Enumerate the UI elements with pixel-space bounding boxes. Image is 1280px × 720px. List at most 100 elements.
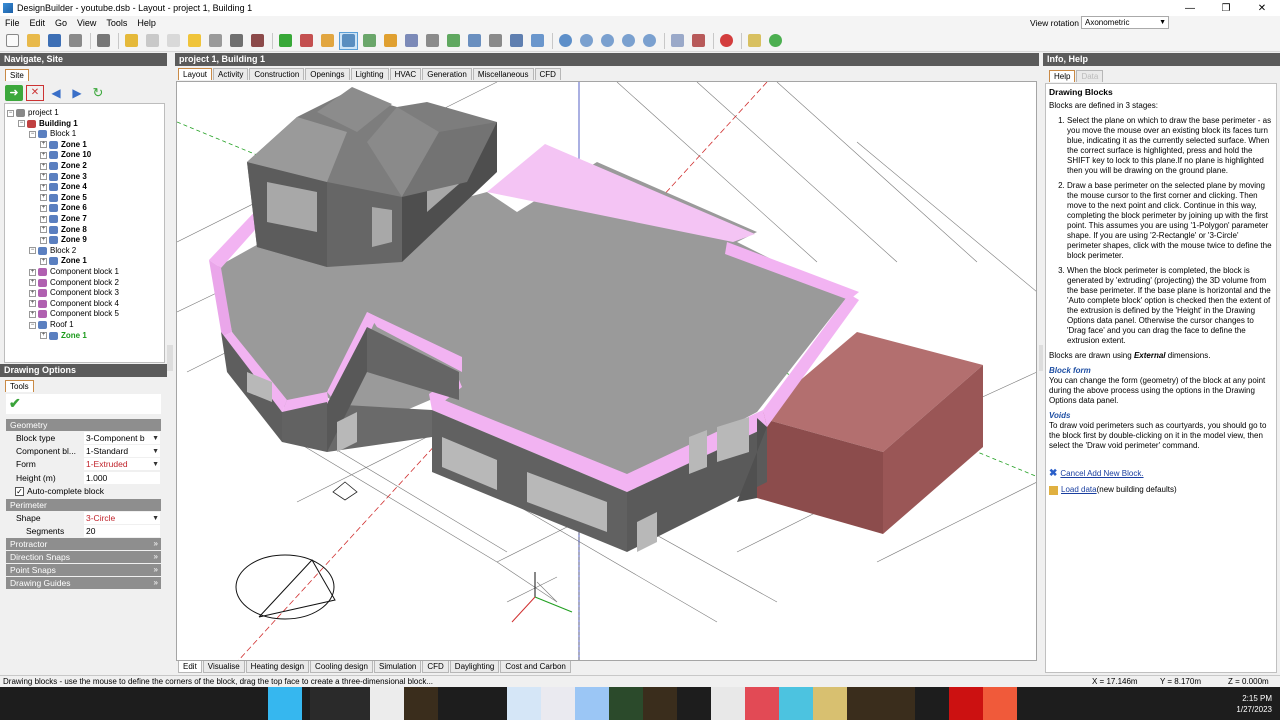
add-component-button[interactable] [360, 32, 379, 50]
block-type-row[interactable]: Block type 3-Component b ▼ [6, 432, 161, 445]
maximize-button[interactable]: ❐ [1208, 0, 1244, 16]
drawing-guides-section[interactable]: Drawing Guides » [6, 577, 161, 589]
save-button[interactable] [45, 32, 64, 50]
delete-icon[interactable]: ✕ [26, 85, 44, 101]
move-button[interactable] [444, 32, 463, 50]
tab-construction[interactable]: Construction [249, 68, 305, 80]
checkmark-icon[interactable]: ✔ [9, 395, 21, 412]
lock-button[interactable] [185, 32, 204, 50]
copy-button[interactable] [206, 32, 225, 50]
filter-button[interactable] [689, 32, 708, 50]
forward-icon[interactable]: ▶ [68, 85, 86, 101]
add-block-button[interactable] [297, 32, 316, 50]
taskbar-app-icon[interactable] [370, 687, 404, 720]
expand-toggle-icon[interactable]: − [7, 109, 14, 117]
tree-item[interactable]: + Zone 1 [40, 331, 87, 341]
taskbar-app-icon[interactable] [949, 687, 983, 720]
tree-item[interactable]: − Roof 1 [29, 320, 74, 330]
taskbar-clock[interactable]: 2:15 PM 1/27/2023 [1236, 693, 1272, 715]
component-block-row[interactable]: Component bl... 1-Standard ▼ [6, 445, 161, 458]
taskbar-app-icon[interactable] [575, 687, 609, 720]
print-button[interactable] [66, 32, 85, 50]
shape-value[interactable]: 3-Circle [84, 512, 160, 524]
taskbar-app-icon[interactable] [507, 687, 541, 720]
delete-button[interactable] [227, 32, 246, 50]
taskbar-app-icon[interactable] [268, 687, 302, 720]
expand-toggle-icon[interactable]: + [40, 332, 47, 340]
tab-visualise[interactable]: Visualise [202, 661, 245, 673]
refresh-button[interactable] [766, 32, 785, 50]
tree-item[interactable]: − Block 2 [29, 246, 76, 256]
mirror-button[interactable] [528, 32, 547, 50]
expand-toggle-icon[interactable]: + [40, 141, 47, 149]
close-button[interactable]: ✕ [1244, 0, 1280, 16]
new-file-button[interactable] [3, 32, 22, 50]
tree-item[interactable]: + Zone 1 [40, 140, 87, 150]
model-view[interactable] [176, 81, 1037, 661]
point-snaps-section[interactable]: Point Snaps » [6, 564, 161, 576]
expand-toggle-icon[interactable]: + [40, 194, 47, 202]
orbit-button[interactable] [556, 32, 575, 50]
menu-file[interactable]: File [0, 18, 25, 28]
expand-toggle-icon[interactable]: + [29, 310, 36, 318]
tree-item[interactable]: − Building 1 [18, 119, 78, 129]
taskbar-app-icon[interactable] [310, 687, 370, 720]
height-row[interactable]: Height (m) 1.000 [6, 472, 161, 485]
menu-edit[interactable]: Edit [25, 18, 51, 28]
tab-heating-design[interactable]: Heating design [245, 661, 310, 673]
taskbar-app-icon[interactable] [643, 687, 677, 720]
taskbar-app-icon[interactable] [404, 687, 438, 720]
auto-complete-row[interactable]: ✓ Auto-complete block [6, 485, 161, 498]
tab-cfd-bottom[interactable]: CFD [422, 661, 449, 673]
perimeter-section[interactable]: Perimeter [6, 499, 161, 511]
tree-item[interactable]: + Zone 7 [40, 214, 87, 224]
protractor-section[interactable]: Protractor » [6, 538, 161, 550]
component-block-value[interactable]: 1-Standard [84, 445, 160, 457]
expand-toggle-icon[interactable]: + [29, 279, 36, 287]
zoom-in-button[interactable] [577, 32, 596, 50]
taskbar-app-icon[interactable] [983, 687, 1017, 720]
building-model-3d[interactable] [177, 82, 1037, 661]
expand-toggle-icon[interactable]: + [40, 226, 47, 234]
back-icon[interactable]: ◀ [47, 85, 65, 101]
add-partition-button[interactable] [318, 32, 337, 50]
expand-toggle-icon[interactable]: + [40, 236, 47, 244]
open-button[interactable] [24, 32, 43, 50]
zoom-out-button[interactable] [598, 32, 617, 50]
target-button[interactable] [717, 32, 736, 50]
expand-toggle-icon[interactable]: − [18, 120, 25, 128]
tree-item[interactable]: + Component block 5 [29, 309, 119, 319]
taskbar-app-icon[interactable] [813, 687, 847, 720]
import-button[interactable] [94, 32, 113, 50]
stretch-button[interactable] [486, 32, 505, 50]
taskbar-app-icon[interactable] [711, 687, 745, 720]
taskbar-app-icon[interactable] [745, 687, 779, 720]
tree-item[interactable]: − project 1 [7, 108, 59, 118]
tab-edit[interactable]: Edit [178, 661, 202, 673]
tree-item[interactable]: + Zone 9 [40, 235, 87, 245]
table-button[interactable] [143, 32, 162, 50]
tab-layout[interactable]: Layout [178, 68, 213, 80]
grid-button[interactable] [745, 32, 764, 50]
expand-toggle-icon[interactable]: + [40, 183, 47, 191]
segments-input[interactable]: 20 [84, 525, 160, 537]
auto-complete-checkbox[interactable]: ✓ [15, 487, 24, 496]
form-value[interactable]: 1-Extruded [84, 458, 160, 470]
expand-toggle-icon[interactable]: + [40, 204, 47, 212]
cancel-add-block-link[interactable]: Cancel Add New Block. [1060, 469, 1143, 479]
tree-item[interactable]: + Zone 4 [40, 182, 87, 192]
tab-data[interactable]: Data [1076, 70, 1104, 82]
tab-activity[interactable]: Activity [213, 68, 249, 80]
zoom-extents-button[interactable] [640, 32, 659, 50]
tab-cfd[interactable]: CFD [534, 68, 561, 80]
tab-lighting[interactable]: Lighting [350, 68, 389, 80]
tab-simulation[interactable]: Simulation [373, 661, 422, 673]
tool-button[interactable] [248, 32, 267, 50]
select-button[interactable] [276, 32, 295, 50]
menu-go[interactable]: Go [50, 18, 72, 28]
expand-toggle-icon[interactable]: + [29, 289, 36, 297]
tab-cooling-design[interactable]: Cooling design [310, 661, 373, 673]
tab-site[interactable]: Site [5, 69, 29, 81]
expand-toggle-icon[interactable]: + [29, 300, 36, 308]
expand-toggle-icon[interactable]: + [29, 268, 36, 276]
